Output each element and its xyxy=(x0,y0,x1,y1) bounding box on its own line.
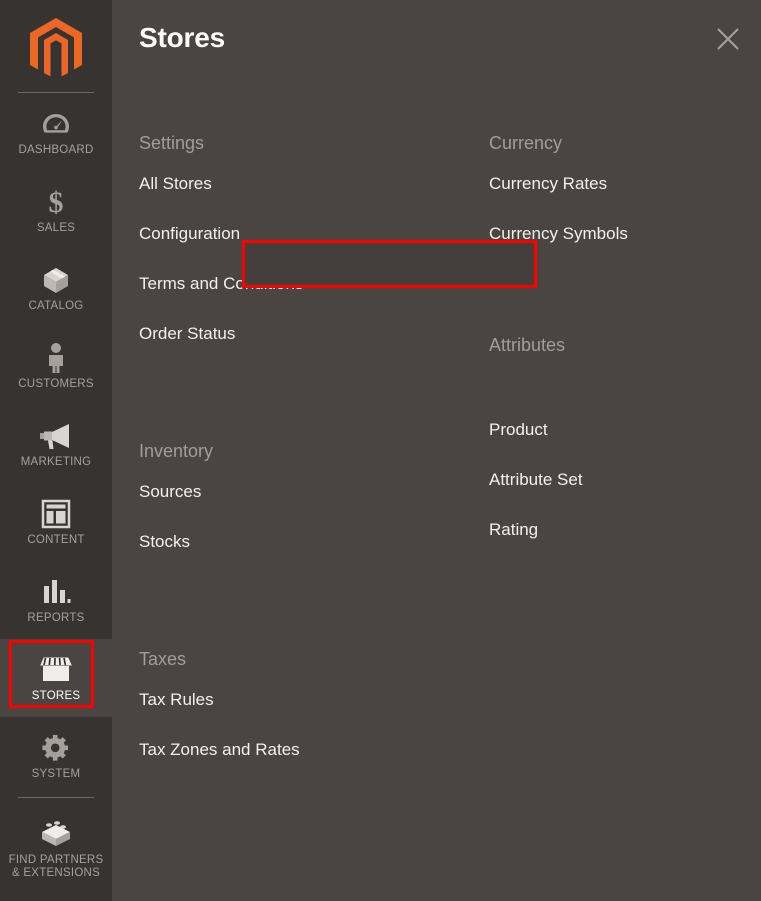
storefront-icon xyxy=(38,653,74,687)
stores-menu-panel: Stores Settings All Stores Configuration… xyxy=(112,0,761,901)
sidebar-item-label: REPORTS xyxy=(27,612,85,624)
close-menu-button[interactable] xyxy=(709,22,747,60)
sidebar-item-system[interactable]: SYSTEM xyxy=(0,717,112,795)
menu-link-attribute-set[interactable]: Attribute Set xyxy=(489,454,747,504)
page-title: Stores xyxy=(139,22,225,53)
menu-link-rating[interactable]: Rating xyxy=(489,504,747,554)
sidebar-item-customers[interactable]: CUSTOMERS xyxy=(0,327,112,405)
menu-link-product[interactable]: Product xyxy=(489,404,747,454)
sidebar-item-content[interactable]: CONTENT xyxy=(0,483,112,561)
group-title-currency: Currency xyxy=(489,133,563,153)
sidebar-item-label: CONTENT xyxy=(27,534,85,546)
sidebar-item-catalog[interactable]: CATALOG xyxy=(0,249,112,327)
sidebar-item-label: CUSTOMERS xyxy=(18,378,94,390)
magento-logo-icon[interactable] xyxy=(0,0,112,92)
menu-link-sources[interactable]: Sources xyxy=(139,466,447,516)
group-title-attributes: Attributes xyxy=(489,335,566,355)
person-icon xyxy=(45,341,67,375)
menu-link-currency-rates[interactable]: Currency Rates xyxy=(489,158,747,208)
sidebar-item-label: MARKETING xyxy=(20,456,92,468)
sidebar-item-sales[interactable]: $ SALES xyxy=(0,171,112,249)
sidebar-item-label: STORES xyxy=(31,690,81,702)
menu-group-currency: Currency Currency Rates Currency Symbols xyxy=(489,112,747,258)
menu-column-right: Currency Currency Rates Currency Symbols… xyxy=(447,112,747,774)
admin-sidebar: DASHBOARD $ SALES CATALOG CUSTOMERS MARK… xyxy=(0,0,112,901)
lego-brick-icon xyxy=(39,817,73,851)
magento-admin-window: DASHBOARD $ SALES CATALOG CUSTOMERS MARK… xyxy=(0,0,761,901)
sidebar-item-label-line2: & EXTENSIONS xyxy=(12,866,100,879)
group-title-taxes: Taxes xyxy=(139,649,187,669)
box-icon xyxy=(40,263,72,297)
menu-link-stocks[interactable]: Stocks xyxy=(139,516,447,566)
sidebar-item-label: SALES xyxy=(36,222,76,234)
sidebar-item-find-partners-extensions[interactable]: FIND PARTNERS & EXTENSIONS xyxy=(0,800,112,896)
menu-group-settings: Settings All Stores Configuration Terms … xyxy=(139,112,447,358)
attributes-inner-spacer xyxy=(489,360,747,404)
sidebar-item-stores[interactable]: STORES xyxy=(0,639,112,717)
menu-link-tax-zones-and-rates[interactable]: Tax Zones and Rates xyxy=(139,724,447,774)
group-title-inventory: Inventory xyxy=(139,441,214,461)
gear-icon xyxy=(40,731,72,765)
megaphone-icon xyxy=(39,419,73,453)
sidebar-item-label: SYSTEM xyxy=(31,768,81,780)
sidebar-item-reports[interactable]: REPORTS xyxy=(0,561,112,639)
sidebar-item-marketing[interactable]: MARKETING xyxy=(0,405,112,483)
bar-chart-icon xyxy=(41,575,71,609)
menu-columns: Settings All Stores Configuration Terms … xyxy=(112,112,761,774)
menu-group-taxes: Taxes Tax Rules Tax Zones and Rates xyxy=(139,628,447,774)
dollar-sign-icon: $ xyxy=(45,185,67,219)
group-title-settings: Settings xyxy=(139,133,205,153)
sidebar-item-label-line1: FIND PARTNERS xyxy=(8,853,104,866)
sidebar-item-label: CATALOG xyxy=(28,300,84,312)
sidebar-item-dashboard[interactable]: DASHBOARD xyxy=(0,93,112,171)
menu-group-inventory: Inventory Sources Stocks xyxy=(139,420,447,566)
menu-link-tax-rules[interactable]: Tax Rules xyxy=(139,674,447,724)
sidebar-item-label: DASHBOARD xyxy=(18,144,94,156)
menu-link-configuration[interactable]: Configuration xyxy=(122,208,447,258)
layout-page-icon xyxy=(41,497,71,531)
menu-link-all-stores[interactable]: All Stores xyxy=(139,158,447,208)
close-x-icon xyxy=(715,26,741,57)
sidebar-divider-bottom xyxy=(18,797,94,798)
menu-column-left: Settings All Stores Configuration Terms … xyxy=(112,112,447,774)
menu-link-order-status[interactable]: Order Status xyxy=(139,308,447,358)
menu-group-attributes: Attributes Product Attribute Set Rating xyxy=(489,314,747,554)
dashboard-gauge-icon xyxy=(41,107,71,141)
svg-text:$: $ xyxy=(49,186,64,218)
